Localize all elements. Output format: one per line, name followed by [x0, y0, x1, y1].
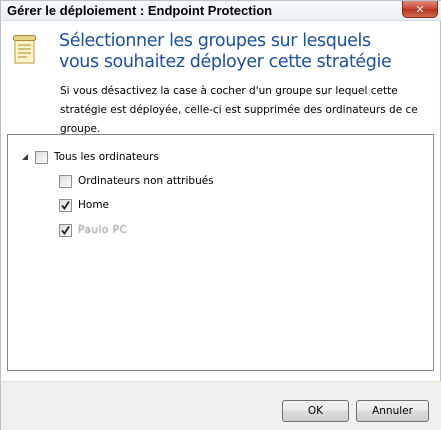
group-tree[interactable]: Tous les ordinateurs Ordinateurs non att… — [7, 134, 434, 371]
heading-line-1: Sélectionner les groupes sur lesquels — [59, 31, 371, 51]
close-button[interactable]: ✕ — [402, 1, 438, 18]
tree-item-root[interactable]: Tous les ordinateurs — [20, 149, 159, 165]
tree-item-label: Paulo PC — [78, 224, 128, 236]
collapse-arrow-icon[interactable] — [20, 152, 30, 162]
tree-item-unassigned[interactable]: Ordinateurs non attribués — [59, 173, 214, 189]
tree-item-label: Ordinateurs non attribués — [78, 175, 214, 187]
checkbox-paulo[interactable] — [59, 223, 72, 237]
checkmark-icon — [61, 225, 70, 235]
close-icon: ✕ — [415, 2, 425, 16]
tree-item-home[interactable]: Home — [59, 197, 109, 213]
checkbox-root[interactable] — [35, 150, 48, 164]
tree-item-paulo[interactable]: Paulo PC — [59, 222, 127, 238]
heading-line-2: vous souhaitez déployer cette stratégie — [59, 52, 392, 72]
deployment-dialog: Gérer le déploiement : Endpoint Protecti… — [0, 0, 441, 430]
description-line-1: Si vous désactivez la case à cocher d'un… — [60, 85, 398, 97]
policy-document-icon — [13, 35, 36, 64]
page-heading: Sélectionner les groupes sur lesquels vo… — [59, 31, 434, 73]
checkbox-home[interactable] — [59, 198, 72, 212]
title-bar[interactable]: Gérer le déploiement : Endpoint Protecti… — [1, 1, 441, 21]
dialog-footer: OK Annuler — [1, 381, 441, 430]
window-title: Gérer le déploiement : Endpoint Protecti… — [7, 3, 273, 18]
cancel-button[interactable]: Annuler — [356, 400, 429, 422]
checkbox-unassigned[interactable] — [59, 174, 72, 188]
description-line-2: stratégie est déployée, celle-ci est sup… — [60, 104, 418, 116]
ok-button[interactable]: OK — [282, 400, 349, 422]
tree-item-label: Tous les ordinateurs — [54, 151, 159, 163]
tree-item-label: Home — [78, 199, 110, 211]
description-text: Si vous désactivez la case à cocher d'un… — [60, 82, 432, 139]
checkmark-icon — [61, 200, 70, 210]
